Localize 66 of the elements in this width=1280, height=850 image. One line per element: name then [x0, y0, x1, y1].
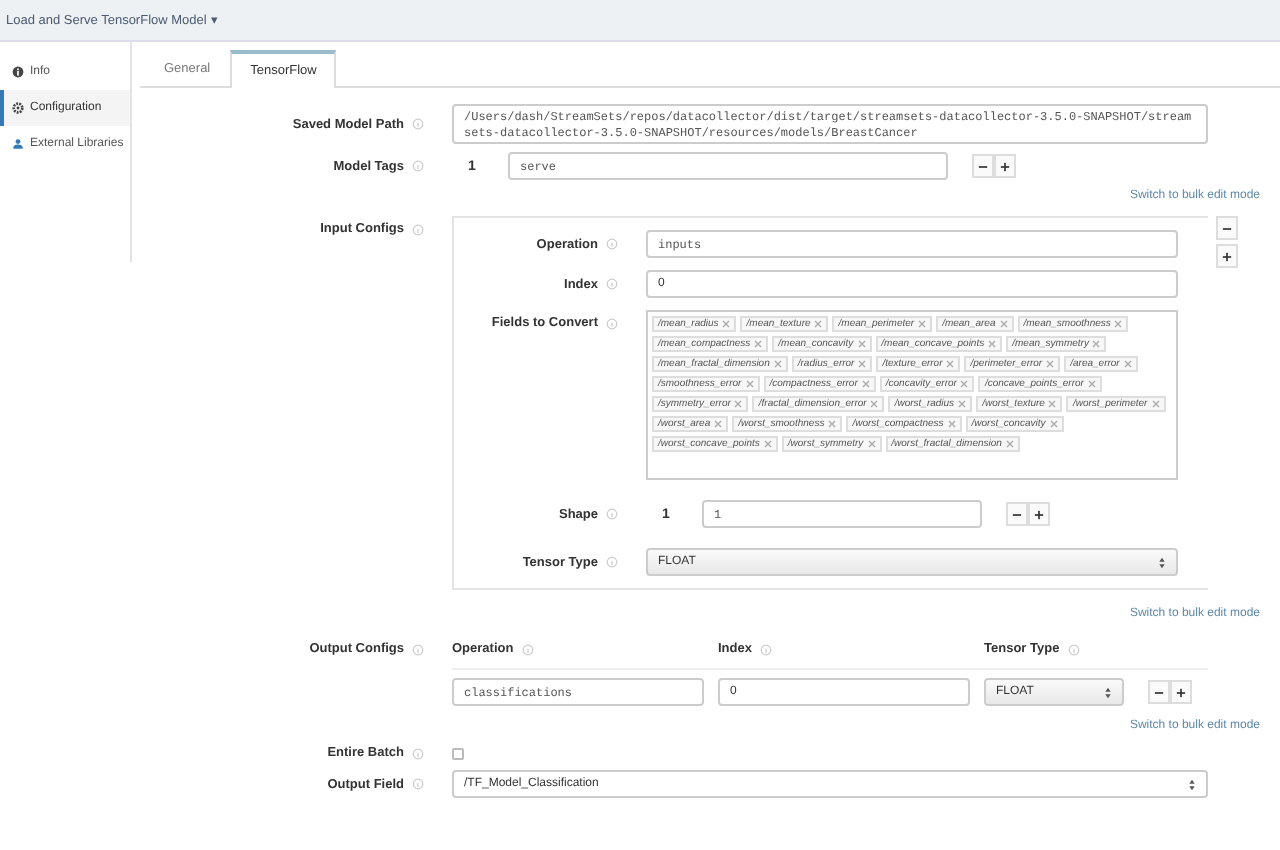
info-icon [412, 160, 424, 172]
close-icon[interactable] [1049, 420, 1058, 428]
close-icon[interactable] [1151, 400, 1160, 408]
info-icon [606, 508, 618, 520]
close-icon[interactable] [858, 360, 867, 368]
minus-icon [1222, 223, 1232, 233]
close-icon[interactable] [745, 380, 754, 388]
close-icon[interactable] [828, 420, 837, 428]
info-icon [759, 643, 772, 655]
close-icon[interactable] [1046, 360, 1055, 368]
remove-button[interactable] [972, 154, 994, 178]
plus-icon [1222, 251, 1232, 261]
user-icon [12, 138, 24, 150]
close-icon[interactable] [960, 380, 969, 388]
info-icon [412, 747, 424, 759]
info-icon [521, 643, 534, 655]
info-icon [12, 66, 24, 78]
close-icon[interactable] [754, 340, 763, 348]
info-icon [606, 238, 618, 250]
settings-icon [12, 102, 24, 114]
add-button[interactable] [1028, 502, 1050, 526]
close-icon[interactable] [1114, 320, 1123, 328]
close-icon[interactable] [714, 420, 723, 428]
plus-icon [1176, 687, 1186, 697]
info-icon [606, 278, 618, 290]
add-button[interactable] [1216, 244, 1238, 268]
dropdown-arrows-icon [1188, 777, 1196, 791]
dropdown-arrows-icon [1158, 555, 1166, 569]
close-icon[interactable] [958, 400, 967, 408]
close-icon[interactable] [988, 340, 997, 348]
close-icon[interactable] [722, 320, 731, 328]
info-icon [412, 223, 424, 235]
close-icon[interactable] [999, 320, 1008, 328]
dropdown-arrows-icon [1104, 685, 1112, 699]
plus-icon [1000, 161, 1010, 171]
info-icon [412, 778, 424, 790]
info-icon [412, 118, 424, 130]
close-icon[interactable] [867, 440, 876, 448]
close-icon[interactable] [814, 320, 823, 328]
close-icon[interactable] [1048, 400, 1057, 408]
close-icon[interactable] [947, 420, 956, 428]
minus-icon [978, 161, 988, 171]
info-icon [412, 643, 424, 655]
minus-icon [1012, 509, 1022, 519]
close-icon[interactable] [763, 440, 772, 448]
remove-button[interactable] [1006, 502, 1028, 526]
close-icon[interactable] [861, 380, 870, 388]
close-icon[interactable] [734, 400, 743, 408]
close-icon[interactable] [773, 360, 782, 368]
close-icon[interactable] [857, 340, 866, 348]
info-icon [606, 556, 618, 568]
info-icon [606, 317, 618, 329]
tags-field[interactable] [646, 310, 1178, 480]
close-icon[interactable] [946, 360, 955, 368]
plus-icon [1034, 509, 1044, 519]
checkbox[interactable] [452, 747, 464, 759]
close-icon[interactable] [918, 320, 927, 328]
info-icon [1067, 643, 1080, 655]
remove-button[interactable] [1216, 216, 1238, 240]
add-button[interactable] [1170, 680, 1192, 704]
close-icon[interactable] [1123, 360, 1132, 368]
remove-button[interactable] [1148, 680, 1170, 704]
minus-icon [1154, 687, 1164, 697]
close-icon[interactable] [1092, 340, 1101, 348]
add-button[interactable] [994, 154, 1016, 178]
close-icon[interactable] [1087, 380, 1096, 388]
